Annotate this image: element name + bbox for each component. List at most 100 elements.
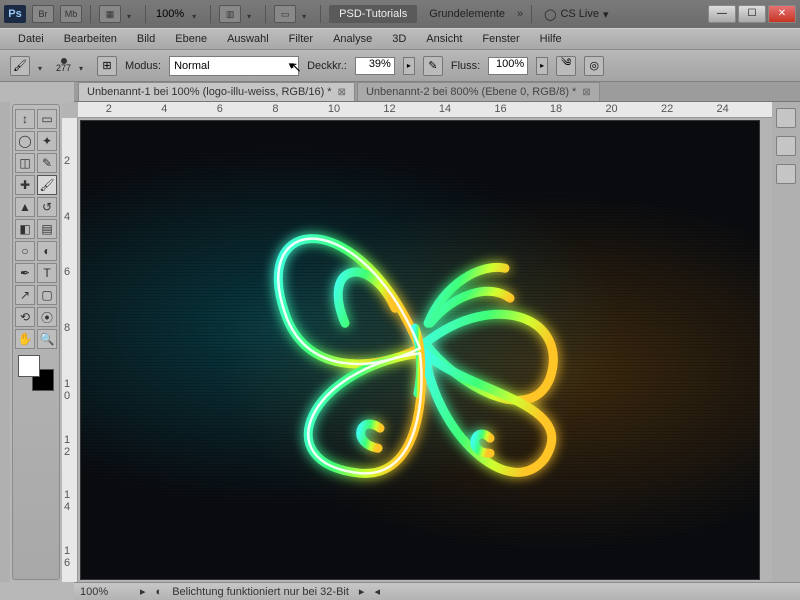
options-bar: 🖌 277 ⊞ Modus: Normal ▾ ↖ Deckkr.: 39% ▸… <box>0 50 800 82</box>
tab-close-icon[interactable]: ⊠ <box>338 87 346 98</box>
ruler-tick: 1 2 <box>64 434 77 458</box>
ruler-tick: 8 <box>64 322 70 334</box>
zoom-level[interactable]: 100% <box>154 8 186 20</box>
ruler-vertical[interactable]: 2 4 6 8 1 0 1 2 1 4 1 6 <box>62 118 78 582</box>
document-tab-1[interactable]: Unbenannt-1 bei 100% (logo-illu-weiss, R… <box>78 82 355 101</box>
workspace-option[interactable]: Grundelemente <box>423 5 511 23</box>
screenmode-button[interactable]: ▭ <box>274 5 296 23</box>
menu-filter[interactable]: Filter <box>279 30 323 48</box>
status-doc-icon: ◐ <box>156 586 163 598</box>
tool-gradient[interactable]: ▤ <box>37 219 57 239</box>
bridge-button[interactable]: Br <box>32 5 54 23</box>
status-arrow-icon[interactable]: ▸ <box>359 585 365 598</box>
statusbar: 100% ▸ ◐ Belichtung funktioniert nur bei… <box>74 582 800 600</box>
chevron-right-icon[interactable]: » <box>517 8 523 20</box>
ruler-tick: 2 <box>64 155 70 167</box>
butterfly-artwork <box>210 173 630 513</box>
tool-eraser[interactable]: ◧ <box>15 219 35 239</box>
menu-ebene[interactable]: Ebene <box>165 30 217 48</box>
menu-fenster[interactable]: Fenster <box>472 30 529 48</box>
window-close-button[interactable]: ✕ <box>768 5 796 23</box>
menu-datei[interactable]: Datei <box>8 30 54 48</box>
tool-preset-dd[interactable] <box>38 62 48 70</box>
tool-brush[interactable]: 🖌 <box>37 175 57 195</box>
canvas[interactable] <box>80 120 760 580</box>
workspace: ↕ ▭ ◯ ✦ ◫ ✎ ✚ 🖌 ▲ ↺ ◧ ▤ ○ ◐ ✒ T ↗ ▢ ⟲ ⦿ … <box>0 102 800 582</box>
workspace-switcher[interactable]: PSD-Tutorials <box>329 5 417 23</box>
color-swatch[interactable] <box>18 355 54 391</box>
window-maximize-button[interactable]: ☐ <box>738 5 766 23</box>
panel-icon-styles[interactable] <box>776 164 796 184</box>
tool-3drotate[interactable]: ⟲ <box>15 307 35 327</box>
menu-ansicht[interactable]: Ansicht <box>416 30 472 48</box>
ruler-horizontal[interactable]: 2 4 6 8 10 12 14 16 18 20 22 24 <box>78 102 772 118</box>
minibridge-button[interactable]: Mb <box>60 5 82 23</box>
status-arrow-icon[interactable]: ▸ <box>140 585 146 598</box>
flow-label: Fluss: <box>451 60 480 72</box>
brush-picker-dd[interactable] <box>79 62 89 70</box>
tool-zoom[interactable]: 🔍 <box>37 329 57 349</box>
dropdown-arrow-icon[interactable] <box>302 10 312 18</box>
document-tab-2[interactable]: Unbenannt-2 bei 800% (Ebene 0, RGB/8) * … <box>357 82 600 101</box>
brush-size-label: 277 <box>56 64 71 73</box>
panel-icon-color[interactable] <box>776 108 796 128</box>
tool-lasso[interactable]: ◯ <box>15 131 35 151</box>
tool-eyedropper[interactable]: ✎ <box>37 153 57 173</box>
dropdown-arrow-icon[interactable] <box>192 10 202 18</box>
tool-move[interactable]: ↕ <box>15 109 35 129</box>
dropdown-arrow-icon: ▾ <box>289 59 295 72</box>
tool-path[interactable]: ↗ <box>15 285 35 305</box>
ruler-tick: 8 <box>272 103 278 115</box>
mode-select[interactable]: Normal ▾ ↖ <box>169 56 299 76</box>
tool-hand[interactable]: ✋ <box>15 329 35 349</box>
tool-stamp[interactable]: ▲ <box>15 197 35 217</box>
ruler-tick: 10 <box>328 103 340 115</box>
dropdown-arrow-icon[interactable] <box>247 10 257 18</box>
cslive-button[interactable]: ◯ CS Live ▾ <box>540 8 612 21</box>
panel-icon-swatches[interactable] <box>776 136 796 156</box>
airbrush-icon[interactable]: ༄ <box>556 56 576 76</box>
tool-marquee[interactable]: ▭ <box>37 109 57 129</box>
brush-preview[interactable]: 277 <box>56 58 71 73</box>
arrange-docs-button[interactable]: ▥ <box>219 5 241 23</box>
ruler-tick: 20 <box>605 103 617 115</box>
scroll-left-icon[interactable]: ◂ <box>374 585 380 598</box>
menu-bild[interactable]: Bild <box>127 30 165 48</box>
menu-auswahl[interactable]: Auswahl <box>217 30 279 48</box>
tool-blur[interactable]: ○ <box>15 241 35 261</box>
flow-slider-arrow[interactable]: ▸ <box>536 57 548 75</box>
window-minimize-button[interactable]: — <box>708 5 736 23</box>
tool-history[interactable]: ↺ <box>37 197 57 217</box>
menu-bearbeiten[interactable]: Bearbeiten <box>54 30 127 48</box>
dropdown-arrow-icon[interactable] <box>127 10 137 18</box>
brush-tool-icon[interactable]: 🖌 <box>10 56 30 76</box>
tool-wand[interactable]: ✦ <box>37 131 57 151</box>
tablet-pressure-size-icon[interactable]: ◎ <box>584 56 604 76</box>
tool-shape[interactable]: ▢ <box>37 285 57 305</box>
separator <box>531 5 532 23</box>
brush-panel-button[interactable]: ⊞ <box>97 56 117 76</box>
tab-label: Unbenannt-1 bei 100% (logo-illu-weiss, R… <box>87 86 332 98</box>
opacity-slider-arrow[interactable]: ▸ <box>403 57 415 75</box>
menu-hilfe[interactable]: Hilfe <box>530 30 572 48</box>
ruler-tick: 1 6 <box>64 545 77 569</box>
ruler-tick: 1 4 <box>64 489 77 513</box>
ruler-tick: 4 <box>64 211 70 223</box>
tool-3dcam[interactable]: ⦿ <box>37 307 57 327</box>
tool-heal[interactable]: ✚ <box>15 175 35 195</box>
tab-close-icon[interactable]: ⊠ <box>582 87 590 98</box>
separator <box>265 5 266 23</box>
tool-type[interactable]: T <box>37 263 57 283</box>
titlebar: Ps Br Mb ▦ 100% ▥ ▭ PSD-Tutorials Grunde… <box>0 0 800 28</box>
tool-dodge[interactable]: ◐ <box>37 241 57 261</box>
menu-analyse[interactable]: Analyse <box>323 30 382 48</box>
tablet-pressure-opacity-icon[interactable]: ✎ <box>423 56 443 76</box>
view-extras-button[interactable]: ▦ <box>99 5 121 23</box>
tool-pen[interactable]: ✒ <box>15 263 35 283</box>
menu-3d[interactable]: 3D <box>382 30 416 48</box>
status-zoom[interactable]: 100% <box>80 586 130 598</box>
tool-crop[interactable]: ◫ <box>15 153 35 173</box>
flow-input[interactable]: 100% <box>488 57 528 75</box>
foreground-color-swatch[interactable] <box>18 355 40 377</box>
opacity-input[interactable]: 39% <box>355 57 395 75</box>
